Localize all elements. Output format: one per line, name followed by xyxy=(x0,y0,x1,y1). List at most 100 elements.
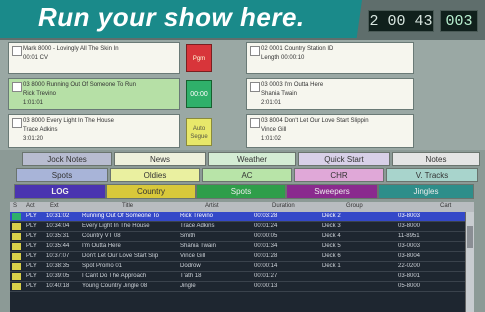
cell-dur: 00:03:28 xyxy=(254,213,278,219)
cell-act: PLY xyxy=(26,253,37,259)
counter-display: 003 xyxy=(440,10,478,32)
cell-title: Don't Let Our Love Start Slip xyxy=(82,253,159,259)
cell-dur: 00:01:28 xyxy=(254,253,278,259)
cart-slot-icon xyxy=(12,82,22,92)
row-status-indicator xyxy=(12,283,21,290)
row-status-indicator xyxy=(12,223,21,230)
program-button[interactable]: Pgm xyxy=(186,44,212,72)
cell-cart: 03-8004 xyxy=(398,253,421,259)
cart-left-2[interactable]: 03 8000 Running Out Of Someone To Run Ri… xyxy=(8,78,180,110)
cell-dur: 00:01:27 xyxy=(254,273,278,279)
col-header-s[interactable]: S xyxy=(13,203,17,209)
col-header-duration[interactable]: Duration xyxy=(272,203,295,209)
cell-title: Every Light In The House xyxy=(82,223,150,229)
cart-slot-icon xyxy=(12,46,22,56)
cell-artist: Trace Adkins xyxy=(180,223,215,229)
cart-slot-icon xyxy=(250,46,260,56)
col-header-group[interactable]: Group xyxy=(346,203,363,209)
col-header-cart[interactable]: Cart xyxy=(440,203,451,209)
cart-time: 1:01:01 xyxy=(23,100,44,106)
tab-notes[interactable]: Notes xyxy=(392,152,480,166)
cell-ext: 10:35:44 xyxy=(46,243,70,249)
cart-title: 03 8004 Don't Let Our Love Start Slippin xyxy=(261,118,369,124)
table-row[interactable]: PLY 10:40:18 Young Country Jingle 08 Jingle… xyxy=(10,282,474,292)
table-row[interactable]: PLY 10:35:31 Country VT 08 Smith 00:00:05 Dec… xyxy=(10,232,474,242)
table-row[interactable]: PLY 10:38:35 Spot Promo 01 Dodrow 00:00:14 De… xyxy=(10,262,474,272)
cell-act: PLY xyxy=(26,223,37,229)
table-scrollbar[interactable] xyxy=(465,212,474,312)
clock-display: 2 00 43 xyxy=(368,10,434,32)
col-header-artist[interactable]: Artist xyxy=(205,203,219,209)
scrollbar-thumb[interactable] xyxy=(467,226,473,248)
table-row[interactable]: PLY 10:39:05 I Cant Do The Approach T'ath 1… xyxy=(10,272,474,282)
cell-act: PLY xyxy=(26,263,37,269)
cell-title: I'm Outta Here xyxy=(82,243,121,249)
table-row[interactable]: PLY 10:35:44 I'm Outta Here Shania Twain 00:… xyxy=(10,242,474,252)
tab-country[interactable]: Country xyxy=(106,184,196,199)
cell-cart: 22-0200 xyxy=(398,263,421,269)
tab-spots-top[interactable]: Spots xyxy=(16,168,108,182)
cart-right-3[interactable]: 03 8004 Don't Let Our Love Start Slippin… xyxy=(246,114,414,148)
row-status-indicator xyxy=(12,213,21,220)
cell-artist: Vince Gill xyxy=(180,253,206,259)
cart-sub: Length 00:00:10 xyxy=(261,55,305,61)
cart-artist: Rick Trevino xyxy=(23,91,57,97)
cart-right-1[interactable]: 02 0001 Country Station ID Length 00:00:… xyxy=(246,42,414,74)
cell-title: I Cant Do The Approach xyxy=(82,273,147,279)
cell-cart: 03-8003 xyxy=(398,213,421,219)
cart-right-2[interactable]: 03 0003 I'm Outta Here Shania Twain 2:01… xyxy=(246,78,414,110)
cell-cart: 03-8000 xyxy=(398,223,421,229)
cell-artist: Dodrow xyxy=(180,263,201,269)
cell-dur: 00:00:13 xyxy=(254,283,278,289)
cell-dur: 00:01:34 xyxy=(254,243,278,249)
tab-chr[interactable]: CHR xyxy=(294,168,384,182)
cart-time: 1:01:02 xyxy=(261,136,282,142)
tab-news[interactable]: News xyxy=(114,152,206,166)
tab-spots[interactable]: Spots xyxy=(196,184,286,199)
col-header-act[interactable]: Act xyxy=(26,203,35,209)
cell-dur: 00:01:24 xyxy=(254,223,278,229)
cart-time: 2:01:01 xyxy=(261,100,282,106)
tab-oldies[interactable]: Oldies xyxy=(110,168,200,182)
table-row[interactable]: PLY 10:34:04 Every Light In The House Trace… xyxy=(10,222,474,232)
cell-dur: 00:00:05 xyxy=(254,233,278,239)
cart-title: Mark 8000 - Lovingly All The Skin In xyxy=(23,46,119,52)
col-header-title[interactable]: Title xyxy=(122,203,133,209)
cell-act: PLY xyxy=(26,213,37,219)
tab-jock-notes[interactable]: Jock Notes xyxy=(22,152,112,166)
cell-title: Country VT 08 xyxy=(82,233,121,239)
cell-ext: 10:37:07 xyxy=(46,253,70,259)
cell-artist: Rick Trevino xyxy=(180,213,214,219)
cell-group: Deck 3 xyxy=(322,223,341,229)
tab-log[interactable]: LOG xyxy=(14,184,106,199)
cart-title: 02 0001 Country Station ID xyxy=(261,46,334,52)
cart-sub: 00:01 CV xyxy=(23,55,49,61)
tab-v-tracks[interactable]: V. Tracks xyxy=(386,168,478,182)
cell-ext: 10:34:04 xyxy=(46,223,70,229)
tab-ac[interactable]: AC xyxy=(202,168,292,182)
col-header-ext[interactable]: Ext xyxy=(50,203,59,209)
table-row[interactable]: PLY 10:31:02 Running Out Of Someone To Rick… xyxy=(10,212,474,222)
cell-dur: 00:00:14 xyxy=(254,263,278,269)
cart-left-3[interactable]: 03 8000 Every Light In The House Trace A… xyxy=(8,114,180,148)
tab-weather[interactable]: Weather xyxy=(208,152,296,166)
tab-quick-start[interactable]: Quick Start xyxy=(298,152,390,166)
auto-segue-button[interactable]: Auto Segue xyxy=(186,118,212,146)
cart-slot-icon xyxy=(250,118,260,128)
timer-button[interactable]: 00:00 xyxy=(186,80,212,108)
cell-group: Deck 5 xyxy=(322,243,341,249)
cell-act: PLY xyxy=(26,243,37,249)
tab-sweepers[interactable]: Sweepers xyxy=(286,184,378,199)
cart-artist: Shania Twain xyxy=(261,91,297,97)
cell-ext: 10:31:02 xyxy=(46,213,70,219)
cell-artist: Shania Twain xyxy=(180,243,216,249)
cell-ext: 10:38:35 xyxy=(46,263,70,269)
tab-jingles[interactable]: Jingles xyxy=(378,184,474,199)
table-row[interactable]: PLY 10:37:07 Don't Let Our Love Start Slip… xyxy=(10,252,474,262)
cell-ext: 10:35:31 xyxy=(46,233,70,239)
row-status-indicator xyxy=(12,273,21,280)
row-status-indicator xyxy=(12,233,21,240)
log-table: S Act Ext Title Artist Duration Group Ca… xyxy=(10,202,474,312)
cell-title: Young Country Jingle 08 xyxy=(82,283,148,289)
cart-left-1[interactable]: Mark 8000 - Lovingly All The Skin In 00:… xyxy=(8,42,180,74)
